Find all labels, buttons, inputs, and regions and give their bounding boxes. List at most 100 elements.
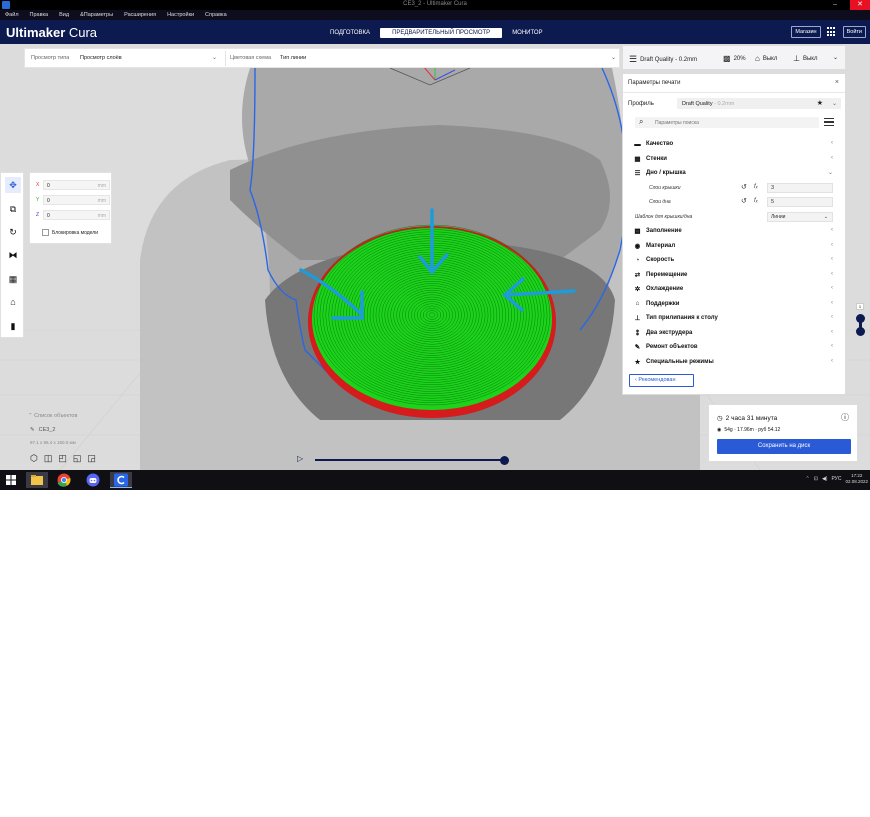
- chevron-down-icon[interactable]: ⌄: [611, 54, 616, 61]
- category-cooling[interactable]: ✲ Охлаждение ‹: [633, 282, 833, 297]
- hamburger-menu-icon[interactable]: [824, 118, 834, 127]
- topbottom-icon: ☰: [634, 170, 641, 178]
- view-type-select[interactable]: Просмотр слоёв: [80, 55, 122, 61]
- menu-view[interactable]: Вид: [59, 12, 69, 18]
- search-input[interactable]: [655, 119, 805, 127]
- recommended-button[interactable]: ‹ Рекомендован: [629, 374, 694, 387]
- profile-select[interactable]: Draft Quality - 0.2mm ★ ⌄: [677, 98, 841, 109]
- close-icon[interactable]: ×: [835, 79, 839, 86]
- y-input[interactable]: 0 mm: [43, 195, 110, 205]
- chevron-up-icon[interactable]: ⌃: [806, 476, 810, 482]
- material-estimate: 54g · 17.96m · руб 54.12: [724, 427, 781, 433]
- profile-summary: Draft Quality - 0.2mm: [640, 56, 698, 63]
- menu-settings[interactable]: &Параметры: [80, 12, 113, 18]
- object-list-toggle[interactable]: ⌃ Список объектов: [28, 413, 77, 419]
- category-mesh-fixes[interactable]: ✎ Ремонт объектов ‹: [633, 340, 833, 355]
- save-to-disk-button[interactable]: Сохранить на диск: [717, 439, 851, 454]
- category-topbottom[interactable]: ☰ Дно / крышка ⌄: [633, 166, 833, 181]
- category-dual-extrusion[interactable]: ⁑ Два экструдера ‹: [633, 326, 833, 341]
- close-window-button[interactable]: ✕: [850, 0, 870, 10]
- cura-taskbar-icon[interactable]: [110, 472, 132, 488]
- path-slider-handle[interactable]: [500, 456, 509, 465]
- setting-top-layers: Слои крышки ↺ fₓ 3: [633, 181, 833, 196]
- clock[interactable]: 17:22 02.08.2022: [845, 473, 868, 485]
- tab-prepare[interactable]: ПОДГОТОВКА: [320, 28, 380, 38]
- infill-icon: ▩: [634, 228, 641, 236]
- pattern-select[interactable]: Линии ⌄: [767, 211, 833, 222]
- language-indicator[interactable]: РУС: [831, 476, 841, 482]
- x-input[interactable]: 0 mm: [43, 180, 110, 190]
- menu-extensions[interactable]: Расширения: [124, 12, 156, 18]
- category-support[interactable]: ⌂ Поддержки ‹: [633, 297, 833, 312]
- file-explorer-icon[interactable]: [26, 472, 48, 488]
- tab-preview[interactable]: ПРЕДВАРИТЕЛЬНЫЙ ПРОСМОТР: [380, 28, 503, 38]
- 3d-view-icon[interactable]: ⬡: [30, 453, 38, 464]
- discord-icon[interactable]: [82, 472, 104, 488]
- category-label: Материал: [646, 242, 676, 249]
- chrome-icon[interactable]: [53, 472, 75, 488]
- chevron-down-icon[interactable]: ⌄: [833, 54, 838, 61]
- category-material[interactable]: ◉ Материал ‹: [633, 239, 833, 254]
- bottom-layers-input[interactable]: 5: [767, 197, 833, 207]
- layer-slider-bottom-handle[interactable]: [856, 327, 865, 336]
- marketplace-button[interactable]: Магазин: [791, 26, 821, 38]
- app-header: Ultimaker Cura ПОДГОТОВКА ПРЕДВАРИТЕЛЬНЫ…: [0, 20, 870, 44]
- reset-icon[interactable]: ↺: [741, 197, 747, 205]
- object-name-row[interactable]: ✎ CE3_2: [30, 427, 55, 433]
- extruder-icon[interactable]: ▮: [5, 318, 21, 334]
- windows-start-icon[interactable]: [0, 472, 22, 488]
- scale-tool-icon[interactable]: ⧉: [5, 201, 21, 217]
- lock-model-checkbox[interactable]: [42, 229, 49, 236]
- minimize-button[interactable]: –: [826, 0, 844, 10]
- top-view-icon[interactable]: ◰: [58, 453, 67, 464]
- search-icon: ⌕: [639, 117, 644, 126]
- front-view-icon[interactable]: ◫: [44, 453, 53, 464]
- network-icon[interactable]: ⊡: [814, 476, 818, 482]
- play-simulation-icon[interactable]: ▷: [297, 454, 303, 463]
- category-speed[interactable]: ◔ Скорость ‹: [633, 253, 833, 268]
- per-model-settings-icon[interactable]: ▦: [5, 271, 21, 287]
- info-icon[interactable]: ⓘ: [841, 412, 849, 423]
- print-setup-selector[interactable]: ☰ Draft Quality - 0.2mm ▩ 20% ⌂ Выкл ⊥ Выкл …: [622, 45, 846, 70]
- category-travel[interactable]: ⇄ Перемещение ‹: [633, 268, 833, 283]
- layer-number[interactable]: 1: [856, 303, 864, 310]
- rotate-tool-icon[interactable]: ↻: [5, 224, 21, 240]
- layer-slider[interactable]: 1: [856, 303, 865, 337]
- star-icon[interactable]: ★: [817, 99, 823, 107]
- chevron-down-icon[interactable]: ⌄: [212, 54, 217, 61]
- mirror-tool-icon[interactable]: ⧓: [5, 247, 21, 263]
- move-tool-icon[interactable]: ✥: [5, 177, 21, 193]
- category-adhesion[interactable]: ⊥ Тип прилипания к столу ‹: [633, 311, 833, 326]
- menu-file[interactable]: Файл: [5, 12, 19, 18]
- menu-preferences[interactable]: Настройки: [167, 12, 194, 18]
- apps-grid-icon[interactable]: [826, 27, 837, 37]
- chevron-left-icon: ‹: [831, 314, 833, 320]
- left-view-icon[interactable]: ◱: [73, 453, 82, 464]
- function-icon[interactable]: fₓ: [754, 198, 758, 204]
- category-walls[interactable]: ▦ Стенки ‹: [633, 152, 833, 167]
- lock-model-row[interactable]: Блокировка модели: [42, 229, 98, 236]
- volume-icon[interactable]: ◀): [822, 476, 828, 482]
- category-infill[interactable]: ▩ Заполнение ‹: [633, 224, 833, 239]
- right-view-icon[interactable]: ◲: [87, 453, 96, 464]
- color-scheme-select[interactable]: Тип линии: [280, 55, 306, 61]
- z-input[interactable]: 0 mm: [43, 210, 110, 220]
- signin-button[interactable]: Войти: [842, 26, 866, 38]
- menu-help[interactable]: Справка: [205, 12, 227, 18]
- chevron-down-icon[interactable]: ⌄: [832, 100, 837, 107]
- panel-title: Параметры печати: [628, 80, 681, 86]
- category-special-modes[interactable]: ★ Специальные режимы ‹: [633, 355, 833, 370]
- chevron-left-icon: ‹: [831, 357, 833, 364]
- reset-icon[interactable]: ↺: [741, 183, 747, 191]
- pencil-icon[interactable]: ✎: [30, 427, 35, 433]
- path-slider-track[interactable]: [315, 459, 505, 461]
- profile-value: Draft Quality: [682, 100, 713, 107]
- top-layers-input[interactable]: 3: [767, 182, 833, 193]
- tab-monitor[interactable]: МОНИТОР: [502, 28, 552, 38]
- function-icon[interactable]: fₓ: [754, 184, 758, 190]
- support-blocker-icon[interactable]: ⌂: [5, 294, 21, 310]
- profile-suffix: - 0.2mm: [712, 100, 735, 107]
- category-quality[interactable]: ▬ Качество ‹: [633, 137, 833, 152]
- menu-edit[interactable]: Правка: [30, 12, 49, 18]
- settings-search[interactable]: ⌕: [635, 117, 819, 128]
